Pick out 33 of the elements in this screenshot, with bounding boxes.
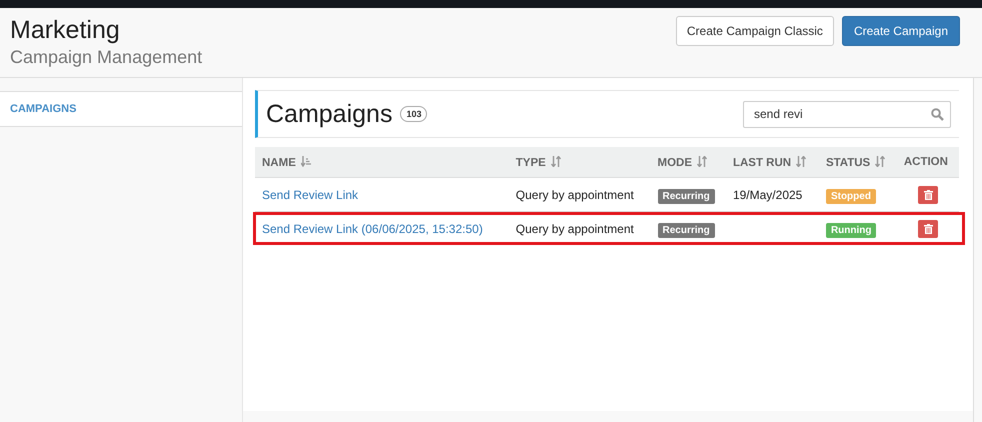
sort-icon	[875, 156, 886, 166]
table-cell: 19/May/2025	[732, 188, 802, 202]
count-badge: 103	[400, 106, 428, 122]
sort-icon	[697, 156, 708, 166]
column-header[interactable]: NAME	[255, 147, 510, 178]
page-subtitle: Campaign Management	[10, 47, 202, 68]
delete-button[interactable]	[918, 220, 938, 238]
search-field[interactable]: send revi	[743, 100, 951, 128]
trash-icon	[924, 190, 933, 200]
column-header[interactable]: TYPE	[510, 147, 652, 178]
campaign-link[interactable]: Send Review Link (06/06/2025, 15:32:50)	[262, 222, 483, 236]
table-cell: Query by appointment	[516, 188, 634, 202]
create-campaign-button[interactable]: Create Campaign Classic	[676, 16, 834, 46]
mode-badge: Recurring	[658, 222, 715, 238]
panel-title: Campaigns	[266, 100, 392, 128]
table-cell: Query by appointment	[516, 222, 634, 236]
campaign-link[interactable]: Send Review Link	[262, 188, 358, 202]
create-campaign-button[interactable]: Create Campaign	[842, 16, 960, 46]
status-badge: Stopped	[826, 188, 876, 204]
column-header[interactable]: MODE	[652, 147, 727, 178]
column-header[interactable]: STATUS	[820, 147, 898, 178]
sidebar-item[interactable]: CAMPAIGNS	[0, 91, 242, 127]
delete-button[interactable]	[918, 186, 938, 204]
sort-icon	[551, 156, 562, 166]
sort-icon	[301, 156, 312, 166]
status-badge: Running	[826, 222, 876, 238]
sort-icon	[796, 156, 806, 166]
column-header[interactable]: LAST RUN	[726, 147, 820, 178]
search-icon	[931, 108, 944, 120]
mode-badge: Recurring	[658, 188, 715, 204]
column-header[interactable]: ACTION	[898, 147, 959, 178]
trash-icon	[924, 224, 933, 234]
page-title: Marketing	[10, 15, 121, 45]
